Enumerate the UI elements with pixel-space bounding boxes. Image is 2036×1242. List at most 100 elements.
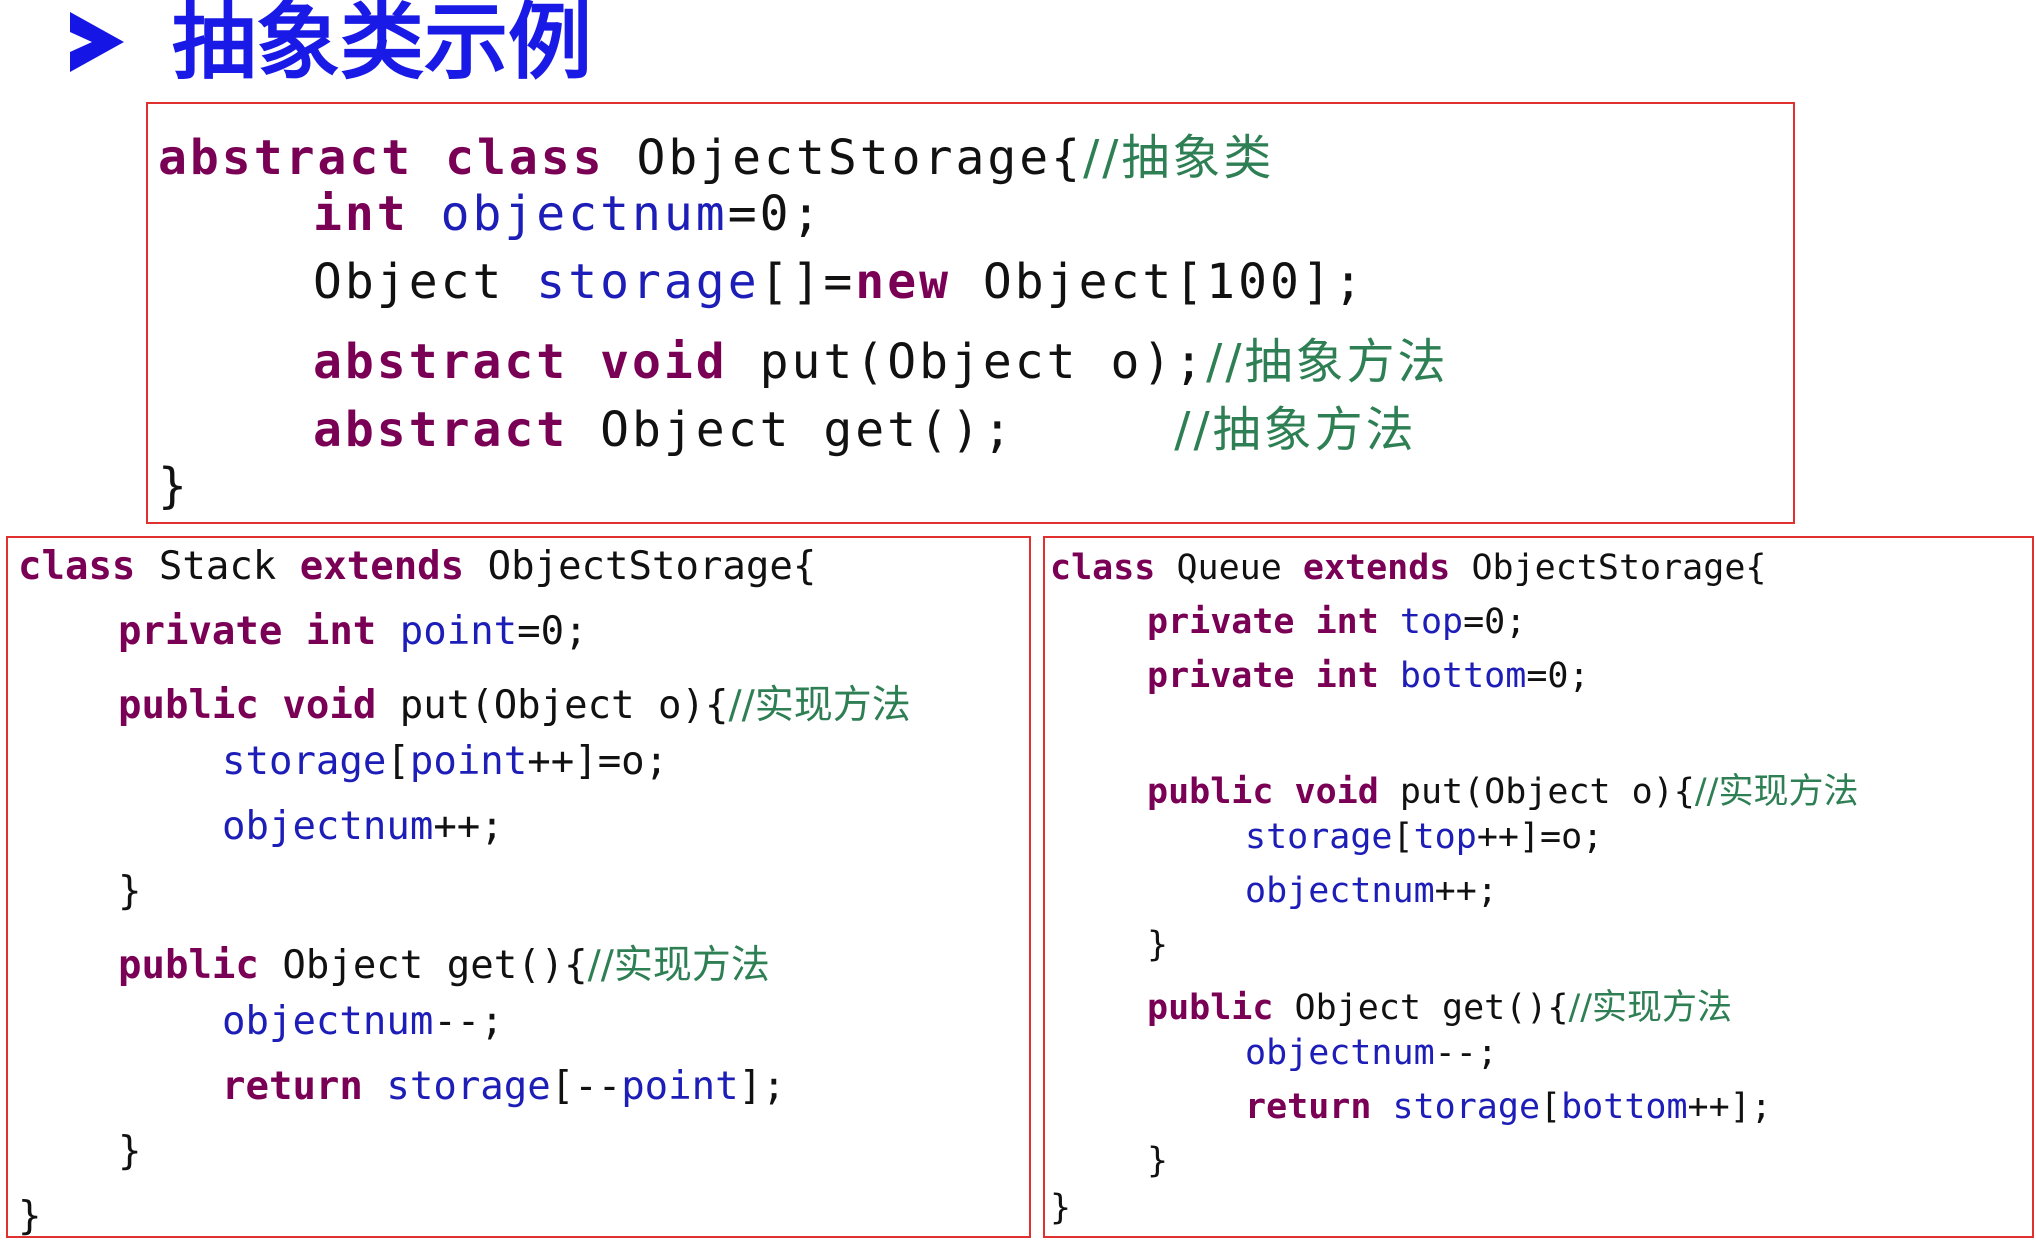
keyword: public <box>118 683 283 728</box>
code-line: } <box>18 1194 41 1239</box>
keyword: int <box>1315 656 1400 696</box>
stack-class-code-box: class Stack extends ObjectStorage{ priva… <box>6 536 1031 1239</box>
field-name: storage <box>536 254 760 310</box>
keyword: return <box>1245 1087 1393 1127</box>
keyword: class <box>18 544 159 589</box>
code-text: ++; <box>1434 871 1498 911</box>
bullet-arrow-icon <box>70 12 124 72</box>
keyword: public <box>1147 988 1295 1028</box>
code-line: private int point=0; <box>118 609 588 654</box>
field-name: point <box>621 1064 739 1109</box>
code-line: } <box>1050 1188 1071 1228</box>
slide-title: 抽象类示例 <box>172 0 593 91</box>
keyword: int <box>305 609 400 654</box>
keyword: abstract <box>313 402 601 458</box>
keyword: class <box>1050 548 1177 588</box>
code-text: =0; <box>517 609 588 654</box>
code-text: [ <box>1540 1087 1562 1127</box>
code-line: } <box>158 458 190 514</box>
code-text: ]; <box>738 1064 786 1109</box>
code-line: objectnum--; <box>1245 1033 1498 1073</box>
keyword: new <box>855 254 983 310</box>
code-text: Object <box>313 254 537 310</box>
code-text: [ <box>386 739 410 784</box>
keyword: abstract <box>313 334 601 390</box>
code-line: abstract Object get(); //抽象方法 <box>313 390 1417 460</box>
code-text: } <box>118 1129 142 1174</box>
code-line: public void put(Object o){//实现方法 <box>118 674 911 730</box>
code-line: storage[point++]=o; <box>222 739 668 784</box>
field-name: objectnum <box>1245 1033 1435 1073</box>
keyword: void <box>1294 772 1400 812</box>
keyword: int <box>1315 602 1400 642</box>
keyword: abstract <box>158 130 446 186</box>
code-text: ObjectStorage{ <box>1471 548 1767 588</box>
code-text: --; <box>433 999 504 1044</box>
code-line: class Stack extends ObjectStorage{ <box>18 544 816 589</box>
comment: //抽象方法 <box>1206 334 1449 390</box>
queue-class-code-box: class Queue extends ObjectStorage{ priva… <box>1043 536 2034 1238</box>
code-text: =0; <box>1463 602 1527 642</box>
code-text: Stack <box>158 544 300 589</box>
code-line: } <box>1147 925 1168 965</box>
code-text: ++; <box>433 804 504 849</box>
code-text: ++]=o; <box>527 739 669 784</box>
abstract-class-code-box: abstract class ObjectStorage{//抽象类 int o… <box>146 102 1795 524</box>
field-name: objectnum <box>222 999 434 1044</box>
code-line: return storage[bottom++]; <box>1245 1087 1772 1127</box>
field-name: point <box>399 609 518 654</box>
field-name: storage <box>222 739 387 784</box>
comment: //抽象方法 <box>1174 402 1417 458</box>
field-name: objectnum <box>440 186 728 242</box>
code-text: Object[100]; <box>982 254 1366 310</box>
keyword: private <box>1147 602 1316 642</box>
code-line: private int top=0; <box>1147 602 1526 642</box>
keyword: extends <box>299 544 488 589</box>
code-line: public Object get(){//实现方法 <box>118 934 770 990</box>
code-line: objectnum++; <box>1245 871 1498 911</box>
code-text: Object get(){ <box>1294 988 1569 1028</box>
code-text: =0; <box>1526 656 1590 696</box>
code-text: Object get(){ <box>282 943 588 988</box>
comment: //实现方法 <box>728 683 911 728</box>
keyword: class <box>445 130 637 186</box>
code-text: ++]; <box>1687 1087 1772 1127</box>
field-name: objectnum <box>1245 871 1435 911</box>
code-line: objectnum--; <box>222 999 504 1044</box>
code-text: } <box>1050 1188 1072 1228</box>
comment: //抽象类 <box>1083 130 1275 186</box>
code-text: Object get(); <box>600 402 1175 458</box>
comment: //实现方法 <box>587 943 770 988</box>
code-line: storage[top++]=o; <box>1245 817 1603 857</box>
code-text: Queue <box>1176 548 1303 588</box>
code-line: } <box>118 869 141 914</box>
code-text: ++]=o; <box>1476 817 1604 857</box>
keyword: extends <box>1302 548 1472 588</box>
code-text: ObjectStorage{ <box>636 130 1084 186</box>
field-name: top <box>1413 817 1477 857</box>
keyword: public <box>1147 772 1295 812</box>
code-text: =0; <box>727 186 824 242</box>
code-text: []= <box>759 254 856 310</box>
keyword: public <box>118 943 283 988</box>
field-name: bottom <box>1561 1087 1688 1127</box>
code-line: public void put(Object o){//实现方法 <box>1147 763 1858 814</box>
code-line: Object storage[]=new Object[100]; <box>313 254 1366 310</box>
code-line: } <box>118 1129 141 1174</box>
code-line: objectnum++; <box>222 804 504 849</box>
code-line: int objectnum=0; <box>313 186 823 242</box>
code-line: private int bottom=0; <box>1147 656 1590 696</box>
code-text: put(Object o){ <box>399 683 729 728</box>
keyword: return <box>222 1064 387 1109</box>
field-name: bottom <box>1399 656 1527 696</box>
keyword: int <box>313 186 441 242</box>
code-text: --; <box>1434 1033 1498 1073</box>
code-line: class Queue extends ObjectStorage{ <box>1050 548 1766 588</box>
keyword: private <box>1147 656 1316 696</box>
code-text: put(Object o){ <box>1399 772 1695 812</box>
code-line: abstract class ObjectStorage{//抽象类 <box>158 118 1274 188</box>
code-text: } <box>1147 1141 1169 1181</box>
code-line: return storage[--point]; <box>222 1064 786 1109</box>
comment: //实现方法 <box>1568 988 1733 1028</box>
comment: //实现方法 <box>1694 772 1859 812</box>
